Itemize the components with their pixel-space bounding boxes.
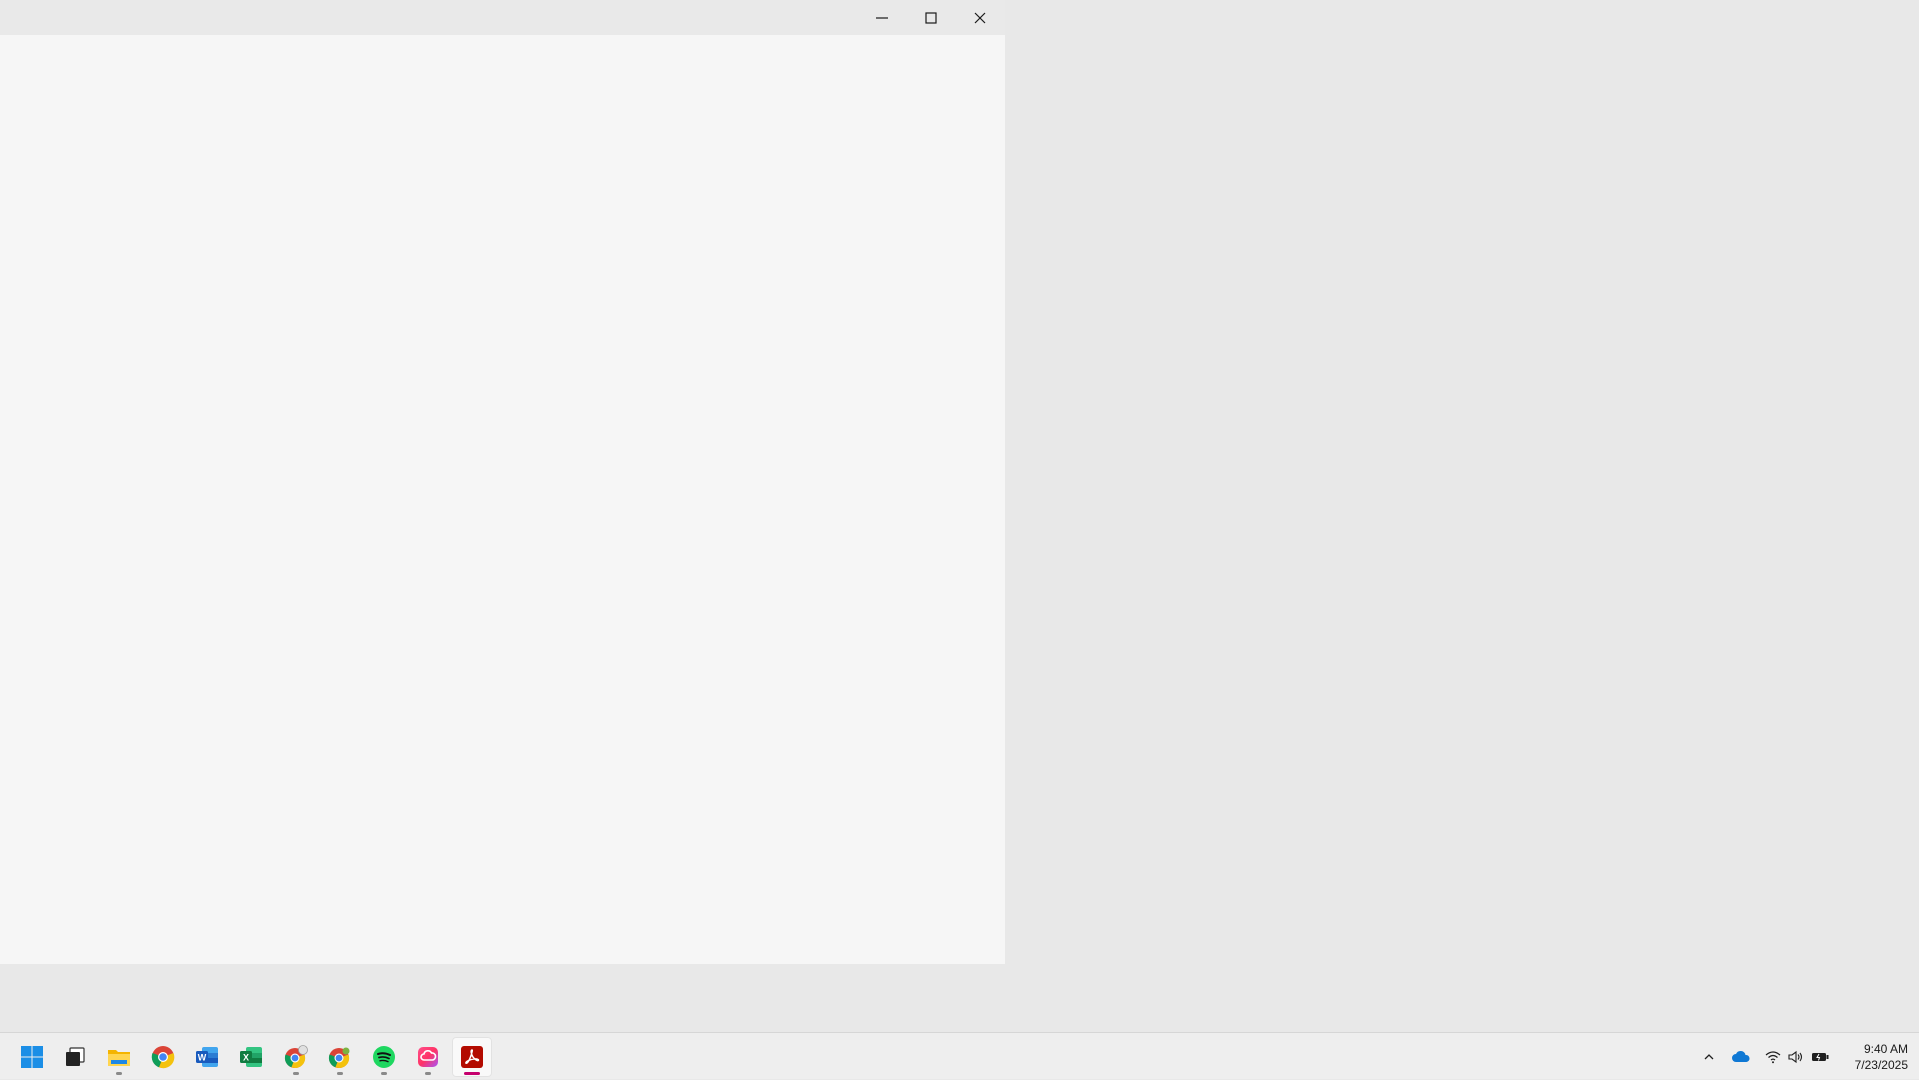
minimize-button[interactable] — [858, 0, 906, 35]
volume-icon — [1788, 1050, 1803, 1063]
svg-text:X: X — [243, 1053, 249, 1063]
acrobat-icon — [461, 1046, 483, 1068]
running-indicator — [381, 1072, 387, 1075]
svg-text:W: W — [198, 1053, 207, 1063]
folder-icon — [108, 1050, 130, 1066]
chrome-icon — [284, 1045, 308, 1069]
clock-time: 9:40 AM — [1863, 1042, 1908, 1056]
taskbar-acrobat[interactable] — [452, 1037, 492, 1077]
taskbar-file-explorer[interactable] — [99, 1037, 139, 1077]
window-content — [0, 35, 1005, 964]
spotify-icon — [373, 1046, 395, 1068]
task-view-button[interactable] — [55, 1037, 95, 1077]
onedrive-button[interactable] — [1728, 1033, 1754, 1080]
taskbar-creative-cloud[interactable] — [408, 1037, 448, 1077]
chrome-icon — [328, 1047, 350, 1069]
excel-icon: X — [240, 1047, 262, 1067]
maximize-button[interactable] — [907, 0, 955, 35]
close-icon — [974, 12, 986, 23]
start-button[interactable] — [12, 1037, 52, 1077]
clock-date: 7/23/2025 — [1854, 1058, 1908, 1072]
network-button[interactable] — [1762, 1033, 1784, 1080]
taskbar-chrome[interactable] — [143, 1037, 183, 1077]
taskbar-excel[interactable]: X — [231, 1037, 271, 1077]
running-indicator — [293, 1072, 299, 1075]
battery-button[interactable] — [1808, 1033, 1832, 1080]
running-indicator — [337, 1072, 343, 1075]
creative-cloud-icon — [418, 1047, 438, 1067]
taskbar: W X 9:40 AM 7/23/2025 — [0, 1032, 1919, 1079]
maximize-icon — [925, 11, 937, 24]
taskbar-word[interactable]: W — [187, 1037, 227, 1077]
windows-logo-icon — [21, 1046, 43, 1068]
running-indicator — [425, 1072, 431, 1075]
show-hidden-icons-button[interactable] — [1698, 1033, 1720, 1080]
minimize-icon — [876, 16, 888, 19]
clock[interactable]: 9:40 AM 7/23/2025 — [1836, 1041, 1908, 1073]
close-button[interactable] — [956, 0, 1004, 35]
chevron-up-icon — [1704, 1053, 1714, 1059]
taskbar-chrome-profile[interactable] — [276, 1037, 316, 1077]
taskbar-spotify[interactable] — [364, 1037, 404, 1077]
app-window — [0, 0, 1005, 964]
title-bar[interactable] — [0, 0, 1005, 35]
taskbar-chrome-profile-2[interactable] — [320, 1037, 360, 1077]
running-indicator — [116, 1072, 122, 1075]
battery-icon — [1812, 1052, 1829, 1061]
active-indicator — [464, 1072, 480, 1075]
chrome-icon — [151, 1046, 175, 1069]
onedrive-icon — [1732, 1050, 1750, 1062]
volume-button[interactable] — [1784, 1033, 1806, 1080]
wifi-icon — [1765, 1050, 1781, 1063]
word-icon: W — [196, 1047, 218, 1067]
task-view-icon — [66, 1047, 85, 1066]
